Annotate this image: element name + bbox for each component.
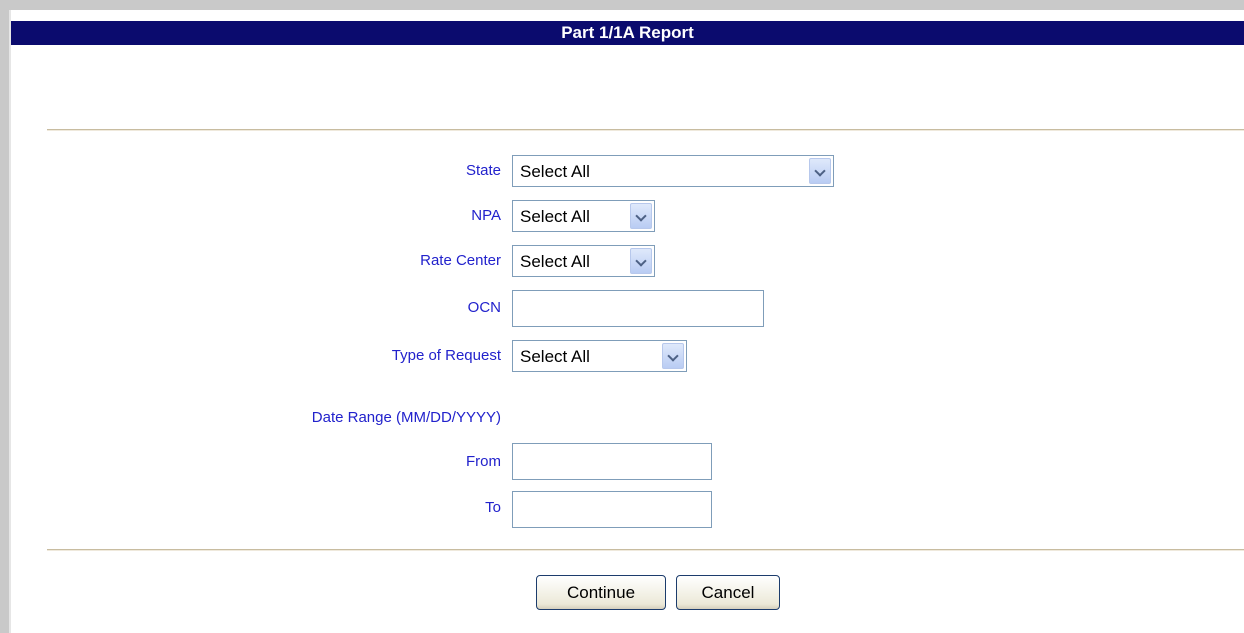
type-of-request-select-value: Select All <box>520 347 590 366</box>
chevron-down-icon[interactable] <box>809 158 831 184</box>
from-label: From <box>466 453 501 470</box>
state-label: State <box>465 162 501 179</box>
state-select-value: Select All <box>520 162 590 181</box>
ocn-label: OCN <box>467 299 501 316</box>
rate-center-select[interactable]: Select All <box>512 245 655 277</box>
window-frame-left <box>0 0 9 633</box>
chevron-down-icon[interactable] <box>662 343 684 369</box>
rate-center-label: Rate Center <box>420 252 501 269</box>
date-range-heading: Date Range (MM/DD/YYYY) <box>311 409 501 426</box>
ocn-input[interactable] <box>512 290 764 327</box>
window-frame-top <box>0 0 1244 10</box>
npa-label: NPA <box>471 207 501 224</box>
chevron-down-icon[interactable] <box>630 248 652 274</box>
npa-select[interactable]: Select All <box>512 200 655 232</box>
type-of-request-select[interactable]: Select All <box>512 340 687 372</box>
bottom-divider <box>47 549 1244 551</box>
rate-center-select-value: Select All <box>520 252 590 271</box>
continue-button[interactable]: Continue <box>536 575 666 610</box>
cancel-button[interactable]: Cancel <box>676 575 780 610</box>
page-title: Part 1/1A Report <box>11 21 1244 45</box>
to-date-input[interactable] <box>512 491 712 528</box>
chevron-down-icon[interactable] <box>630 203 652 229</box>
from-date-input[interactable] <box>512 443 712 480</box>
top-divider <box>47 129 1244 131</box>
npa-select-value: Select All <box>520 207 590 226</box>
window-frame-left-inner <box>9 10 11 633</box>
state-select[interactable]: Select All <box>512 155 834 187</box>
type-of-request-label: Type of Request <box>391 347 501 364</box>
to-label: To <box>485 499 501 516</box>
